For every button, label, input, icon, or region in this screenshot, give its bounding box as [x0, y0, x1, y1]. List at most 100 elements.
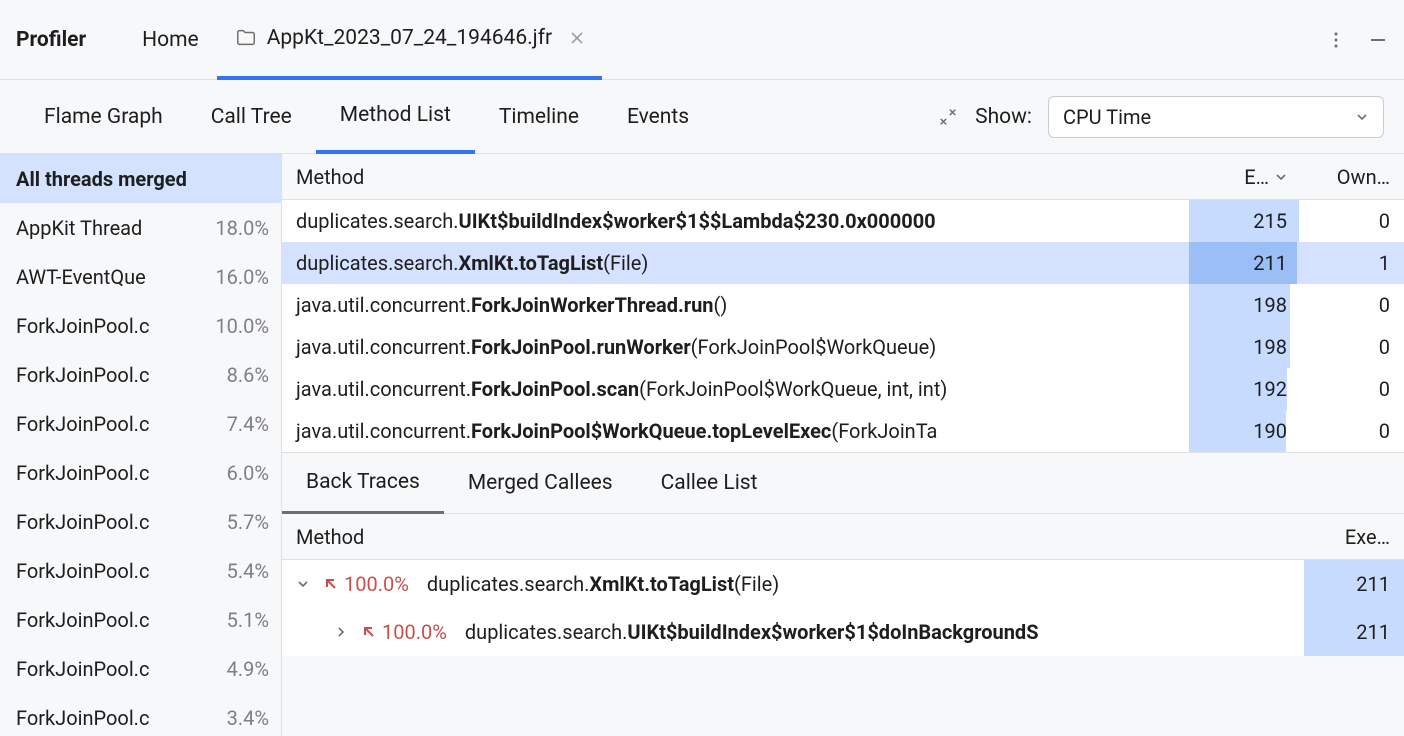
method-cell: duplicates.search.XmlKt.toTagList(File)	[282, 251, 1189, 275]
col-e[interactable]: E…	[1189, 165, 1299, 189]
show-select-value: CPU Time	[1063, 105, 1151, 129]
method-cell: java.util.concurrent.ForkJoinPool.scan(F…	[282, 377, 1189, 401]
thread-name: ForkJoinPool.c	[16, 314, 149, 338]
thread-pct: 10.0%	[215, 314, 269, 338]
e-cell: 192	[1189, 368, 1299, 410]
thread-row[interactable]: AppKit Thread 18.0%	[0, 203, 281, 252]
thread-pct: 18.0%	[215, 216, 269, 240]
method-row[interactable]: java.util.concurrent.ForkJoinPool.scan(F…	[282, 368, 1404, 410]
sub-tab-merged-callees[interactable]: Merged Callees	[444, 452, 637, 514]
view-tab-call-tree[interactable]: Call Tree	[187, 80, 316, 154]
method-table: Method E… Own… duplicates.search.UIKt$bu…	[282, 154, 1404, 452]
thread-row[interactable]: ForkJoinPool.c8.6%	[0, 350, 281, 399]
thread-pct: 4.9%	[227, 657, 269, 681]
folder-icon	[235, 27, 257, 49]
thread-row[interactable]: ForkJoinPool.c 5.1%	[0, 595, 281, 644]
thread-name: AppKit Thread	[16, 216, 142, 240]
sub-tab-back-traces[interactable]: Back Traces	[282, 453, 444, 515]
thread-list: All threads merged AppKit Thread 18.0% AWT-…	[0, 154, 282, 736]
method-cell: java.util.concurrent.ForkJoinWorkerThrea…	[282, 293, 1189, 317]
thread-pct: 6.0%	[227, 461, 269, 485]
own-cell: 0	[1299, 419, 1404, 443]
backtrace-pct: 100.0%	[344, 572, 409, 596]
thread-name: ForkJoinPool.c	[16, 706, 149, 730]
backtrace-pct: 100.0%	[382, 620, 447, 644]
view-tabs: Flame GraphCall TreeMethod ListTimelineE…	[0, 80, 1404, 154]
thread-pct: 16.0%	[215, 265, 269, 289]
thread-name: ForkJoinPool.c	[16, 461, 149, 485]
close-icon[interactable]	[570, 31, 584, 45]
backtrace-row[interactable]: 100.0% duplicates.search.UIKt$buildIndex$…	[282, 608, 1404, 656]
thread-row[interactable]: AWT-EventQue16.0%	[0, 252, 281, 301]
tab-file[interactable]: AppKt_2023_07_24_194646.jfr	[217, 0, 602, 80]
method-row[interactable]: duplicates.search.UIKt$buildIndex$worker…	[282, 200, 1404, 242]
thread-pct: 5.4%	[227, 559, 269, 583]
own-cell: 0	[1299, 209, 1404, 233]
e-cell: 198	[1189, 326, 1299, 368]
method-cell: duplicates.search.UIKt$buildIndex$worker…	[282, 209, 1189, 233]
chevron-down-icon[interactable]	[296, 577, 318, 591]
backtrace-header: Method Exe…	[282, 514, 1404, 560]
thread-name: All threads merged	[16, 167, 187, 191]
content: All threads merged AppKit Thread 18.0% AWT-…	[0, 154, 1404, 736]
thread-name: ForkJoinPool.c	[16, 412, 149, 436]
sub-tabs: Back TracesMerged CalleesCallee List	[282, 452, 1404, 514]
thread-row[interactable]: ForkJoinPool.c 10.0%	[0, 301, 281, 350]
backtrace-method: 100.0% duplicates.search.UIKt$buildIndex$…	[282, 620, 1304, 644]
up-left-arrow-icon	[360, 623, 378, 641]
show-select[interactable]: CPU Time	[1048, 96, 1384, 138]
method-cell: java.util.concurrent.ForkJoinPool.runWor…	[282, 335, 1189, 359]
minimize-icon[interactable]	[1368, 30, 1388, 50]
method-row[interactable]: java.util.concurrent.ForkJoinPool$WorkQu…	[282, 410, 1404, 452]
backtrace-name: duplicates.search.UIKt$buildIndex$worker…	[465, 620, 1039, 644]
thread-name: ForkJoinPool.c	[16, 559, 149, 583]
method-row[interactable]: duplicates.search.XmlKt.toTagList(File)2…	[282, 242, 1404, 284]
chevron-down-icon	[1355, 110, 1369, 124]
col-own[interactable]: Own…	[1299, 165, 1404, 189]
own-cell: 0	[1299, 293, 1404, 317]
backtrace-row[interactable]: 100.0% duplicates.search.XmlKt.toTagList(…	[282, 560, 1404, 608]
header-right	[1326, 30, 1388, 50]
sort-down-icon	[1275, 171, 1287, 183]
view-tab-events[interactable]: Events	[603, 80, 713, 154]
view-tab-timeline[interactable]: Timeline	[475, 80, 603, 154]
thread-row[interactable]: All threads merged	[0, 154, 281, 203]
method-row[interactable]: java.util.concurrent.ForkJoinPool.runWor…	[282, 326, 1404, 368]
own-cell: 0	[1299, 377, 1404, 401]
more-icon[interactable]	[1326, 30, 1346, 50]
thread-row[interactable]: ForkJoinPool.c 4.9%	[0, 644, 281, 693]
thread-row[interactable]: ForkJoinPool.c5.7%	[0, 497, 281, 546]
thread-pct: 7.4%	[227, 412, 269, 436]
thread-name: ForkJoinPool.c	[16, 657, 149, 681]
thread-row[interactable]: ForkJoinPool.c 5.4%	[0, 546, 281, 595]
thread-row[interactable]: ForkJoinPool.c 7.4%	[0, 399, 281, 448]
col-method[interactable]: Method	[282, 165, 1189, 189]
header-bar: Profiler Home AppKt_2023_07_24_194646.jf…	[0, 0, 1404, 80]
exec-cell: 211	[1304, 560, 1404, 608]
own-cell: 0	[1299, 335, 1404, 359]
thread-row[interactable]: ForkJoinPool.c 6.0%	[0, 448, 281, 497]
thread-name: ForkJoinPool.c	[16, 608, 149, 632]
method-table-header: Method E… Own…	[282, 154, 1404, 200]
e-cell: 190	[1189, 410, 1299, 452]
backtrace-name: duplicates.search.XmlKt.toTagList(File)	[427, 572, 779, 596]
view-tab-method-list[interactable]: Method List	[316, 80, 475, 154]
thread-pct: 5.1%	[227, 608, 269, 632]
thread-row[interactable]: ForkJoinPool.c3.4%	[0, 693, 281, 736]
tab-home-label: Home	[142, 28, 199, 52]
thread-pct: 5.7%	[227, 510, 269, 534]
e-cell: 198	[1189, 284, 1299, 326]
chevron-right-icon[interactable]	[334, 625, 356, 639]
method-row[interactable]: java.util.concurrent.ForkJoinWorkerThrea…	[282, 284, 1404, 326]
own-cell: 1	[1299, 251, 1404, 275]
e-cell: 215	[1189, 200, 1299, 242]
expand-collapse-icon[interactable]	[937, 106, 959, 128]
e-cell: 211	[1189, 242, 1299, 284]
sub-tab-callee-list[interactable]: Callee List	[637, 452, 782, 514]
bt-col-method[interactable]: Method	[282, 525, 1304, 549]
tab-home[interactable]: Home	[124, 0, 217, 80]
show-label: Show:	[975, 105, 1032, 129]
bt-col-exec[interactable]: Exe…	[1304, 525, 1404, 549]
backtrace-table: Method Exe… 100.0% duplicates.search.XmlK…	[282, 514, 1404, 656]
view-tab-flame-graph[interactable]: Flame Graph	[20, 80, 187, 154]
